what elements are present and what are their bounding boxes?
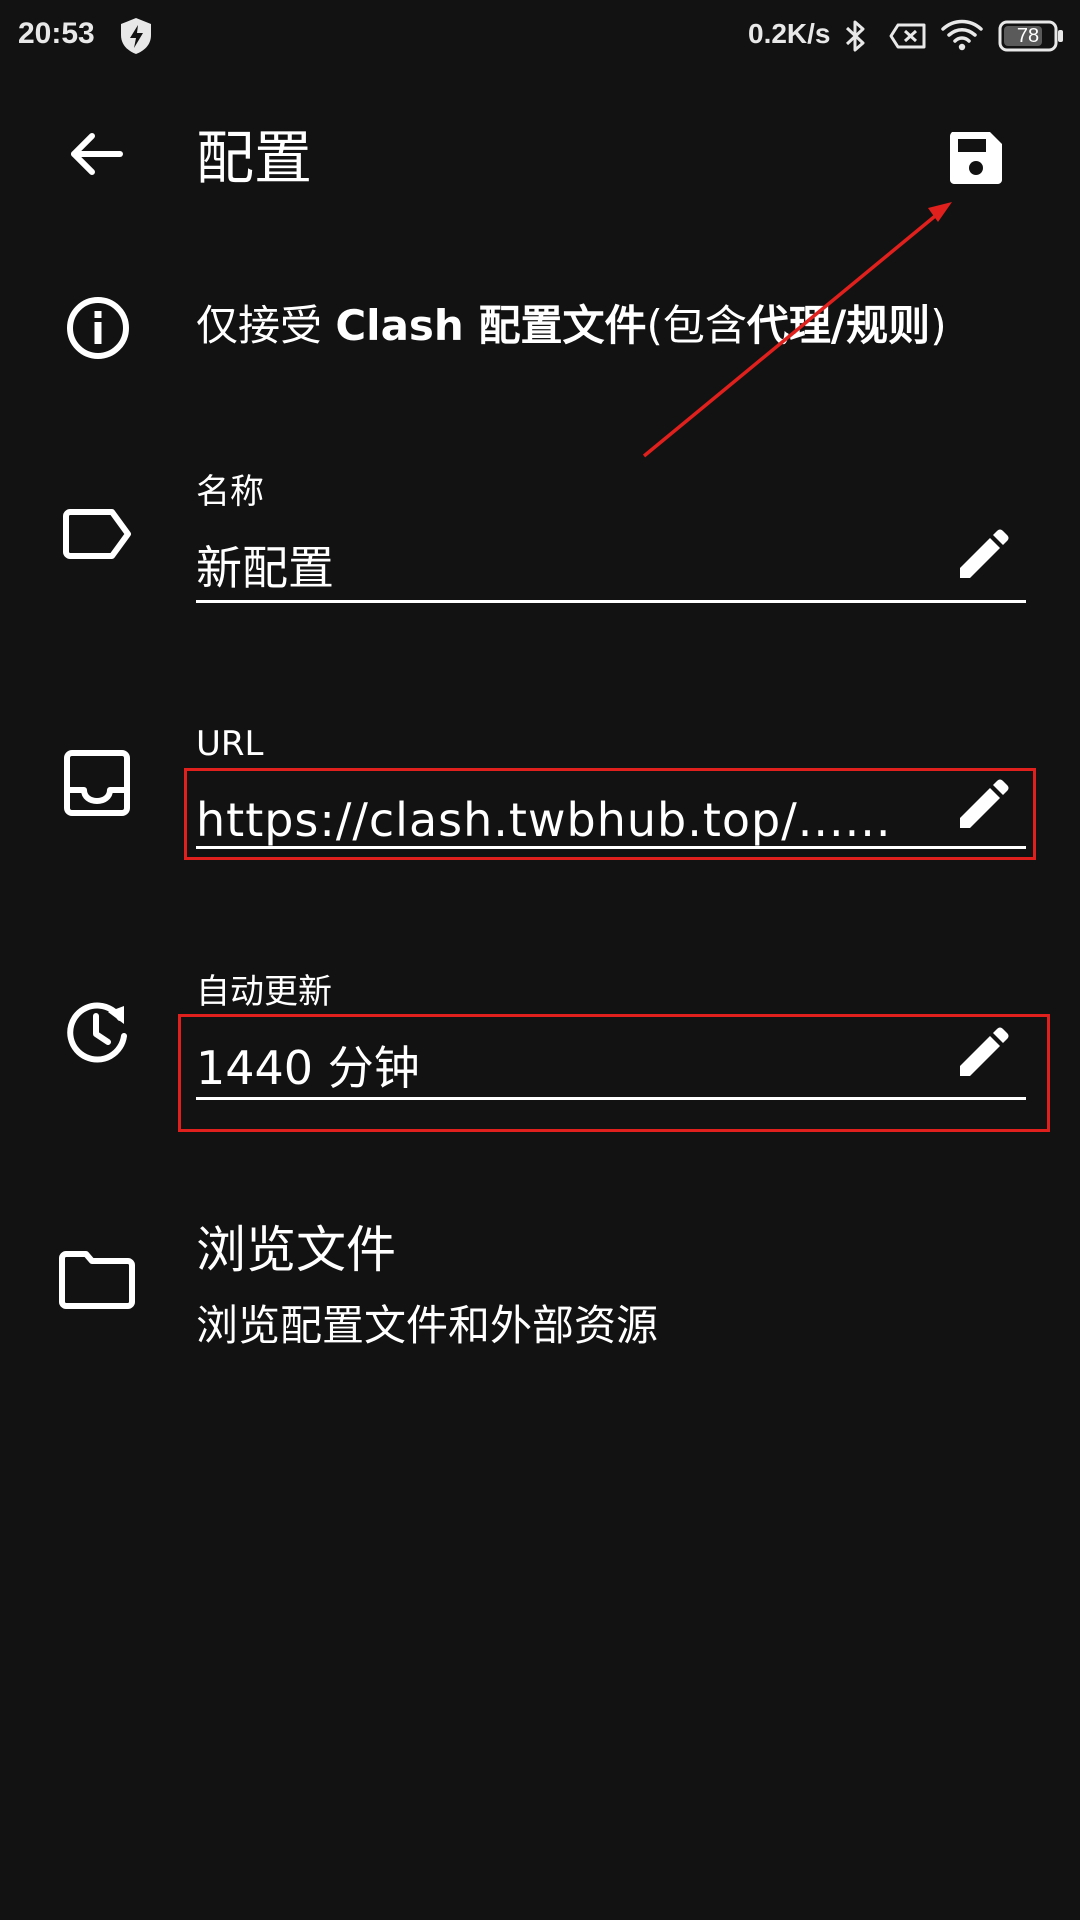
name-field-label: 名称: [196, 472, 264, 512]
page-title: 配置: [196, 124, 313, 192]
folder-icon: [59, 1251, 135, 1309]
url-field-label: URL: [196, 724, 264, 764]
url-annotation-box: [184, 768, 1036, 860]
no-sim-icon: [889, 23, 926, 49]
auto-update-field-label: 自动更新: [196, 972, 332, 1012]
status-time: 20:53: [18, 17, 95, 50]
arrow-left-icon: [71, 133, 123, 175]
save-button[interactable]: [944, 126, 1020, 190]
info-suffix: ): [930, 301, 947, 350]
name-field-value[interactable]: 新配置: [196, 538, 916, 598]
browse-files-title: 浏览文件: [196, 1221, 396, 1279]
status-bar: 20:53 0.2K/s 78: [0, 0, 1080, 72]
info-middle: (包含: [646, 301, 747, 350]
update-clock-icon: [67, 1002, 127, 1063]
wifi-icon: [941, 19, 983, 51]
battery-level: 78: [1016, 25, 1040, 47]
info-icon: [67, 297, 129, 359]
info-bold-clash: Clash 配置文件: [335, 301, 647, 350]
annotation-arrow: [642, 202, 952, 458]
info-prefix: 仅接受: [196, 301, 336, 350]
name-edit-button[interactable]: [954, 528, 1010, 584]
bluetooth-icon: [845, 20, 865, 52]
network-speed: 0.2K/s: [748, 18, 831, 49]
label-tag-icon: [63, 509, 131, 559]
name-field-underline: [196, 600, 1026, 603]
vpn-shield-icon: [121, 18, 151, 54]
auto-update-annotation-box: [178, 1014, 1050, 1132]
back-button[interactable]: [62, 124, 134, 184]
browse-files-subtitle: 浏览配置文件和外部资源: [196, 1301, 659, 1350]
info-text: 仅接受 Clash 配置文件(包含代理/规则): [196, 296, 947, 356]
floppy-disk-icon: [950, 132, 1002, 184]
info-bold-proxy: 代理/规则: [746, 301, 931, 350]
inbox-icon: [64, 750, 130, 816]
pencil-icon: [960, 529, 1009, 578]
